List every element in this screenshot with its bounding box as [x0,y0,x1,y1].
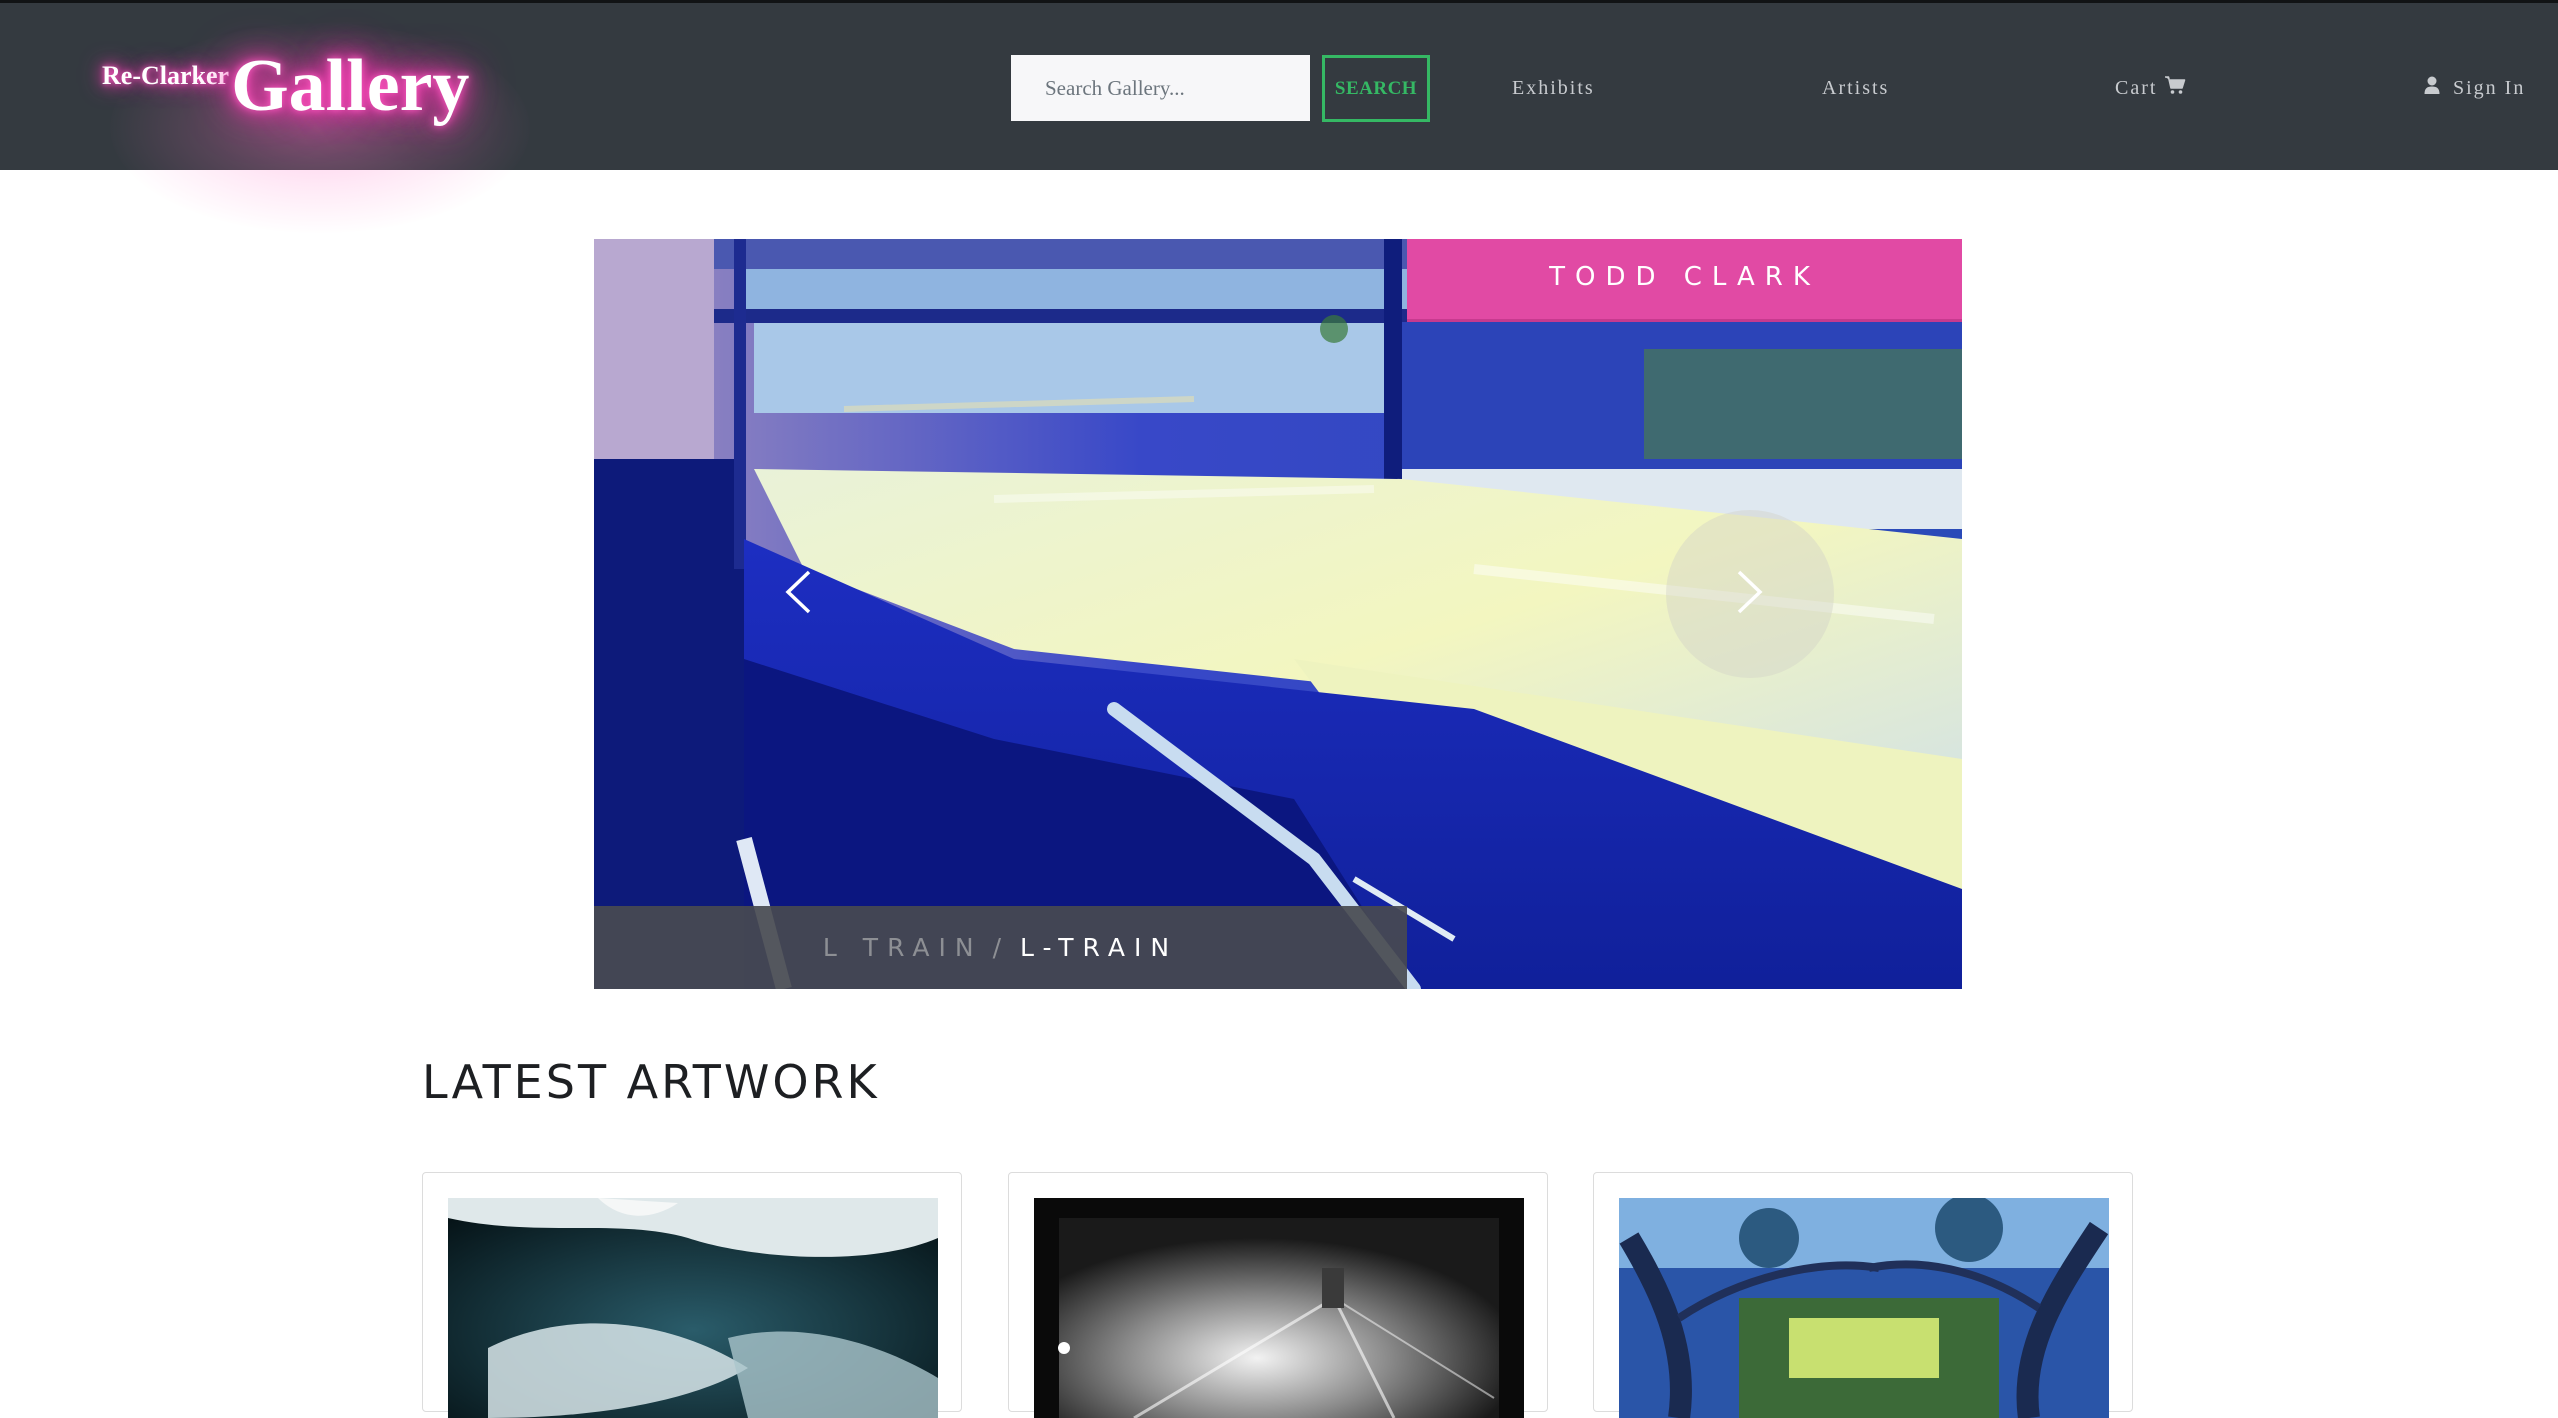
logo-big-text: Gallery [231,45,470,127]
logo-small-text: Re-Clarker [102,61,230,90]
nav-artists[interactable]: Artists [1822,73,1889,103]
artwork-card[interactable] [1593,1172,2133,1418]
nav-cart-label: Cart [2115,77,2158,99]
latest-artwork-heading: LATEST ARTWORK [422,1055,880,1109]
caption-subtitle: L TRAIN [822,933,983,962]
user-icon [2424,74,2440,104]
nav-sign-in[interactable]: Sign In [2424,73,2525,104]
carousel-caption-bar: L TRAIN / L-TRAIN [594,906,1407,989]
navbar: Re-ClarkerGallery SEARCH Exhibits Artist… [0,0,2558,233]
artwork-card[interactable] [422,1172,962,1418]
nav-cart[interactable]: Cart [2115,73,2186,104]
artist-banner[interactable]: TODD CLARK [1407,239,1962,322]
site-logo[interactable]: Re-ClarkerGallery [102,41,469,131]
search-button[interactable]: SEARCH [1322,55,1430,122]
search-input[interactable] [1011,55,1310,121]
nav-exhibits[interactable]: Exhibits [1512,73,1595,103]
carousel-prev-button[interactable] [714,510,882,678]
nav-sign-in-label: Sign In [2453,77,2526,99]
chevron-right-icon [1735,569,1765,620]
artwork-thumbnail [1034,1198,1524,1418]
carousel-next-button[interactable] [1666,510,1834,678]
artist-name: TODD CLARK [1549,262,1820,292]
cart-icon [2164,74,2186,104]
hero-carousel: TODD CLARK L TRAIN / L-TRAIN [594,239,1962,989]
caption-separator: / [992,933,1011,962]
chevron-left-icon [783,569,813,620]
caption-title: L-TRAIN [1020,933,1179,962]
artwork-thumbnail [1619,1198,2109,1418]
artwork-card[interactable] [1008,1172,1548,1418]
artwork-thumbnail [448,1198,938,1418]
carousel-caption: L TRAIN / L-TRAIN [823,933,1178,962]
